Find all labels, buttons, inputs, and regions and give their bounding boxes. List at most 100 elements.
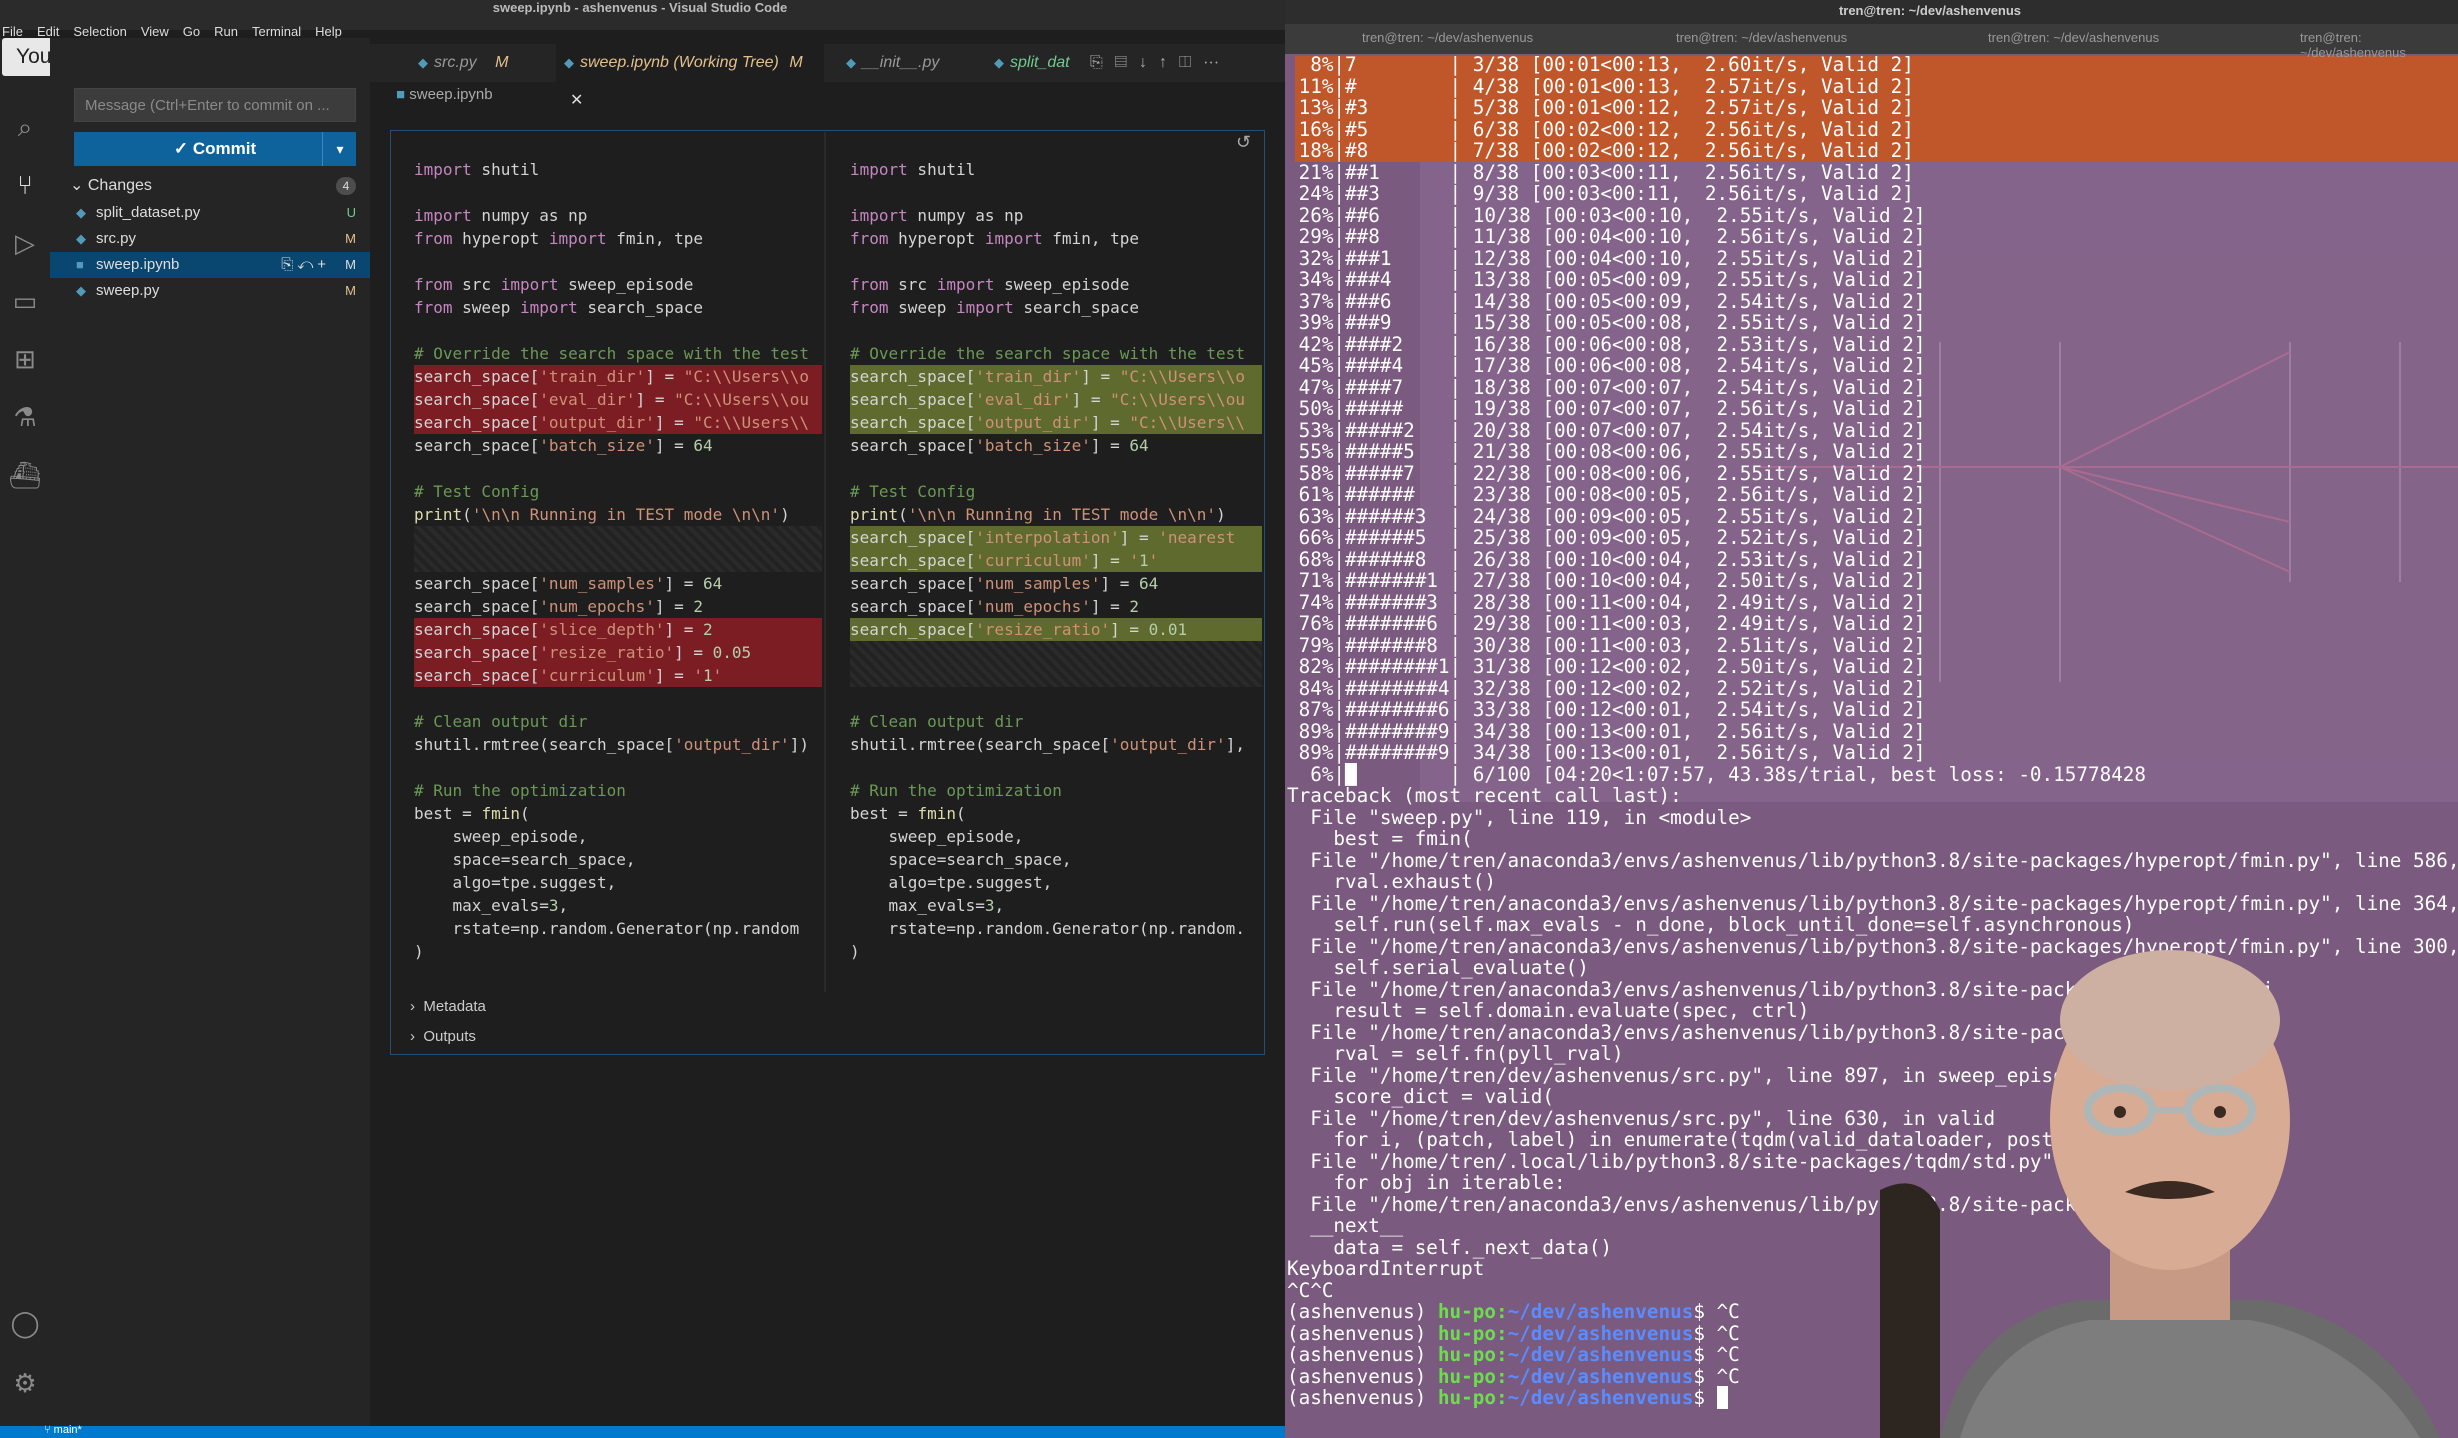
docker-icon[interactable]: ⛴ [8, 458, 42, 492]
run-debug-icon[interactable]: ▷ [8, 226, 42, 260]
terminal-tab[interactable]: tren@tren: ~/dev/ashenvenus [1988, 30, 2159, 45]
vscode-window-title: sweep.ipynb - ashenvenus - Visual Studio… [492, 0, 788, 15]
code-line: search_space['slice_depth'] = 2 [414, 618, 822, 641]
notebook-file-icon: ■ [396, 86, 406, 103]
menu-item-go[interactable]: Go [183, 24, 200, 39]
revert-icon[interactable]: ↺ [1236, 132, 1251, 153]
extensions-icon[interactable]: ⊞ [8, 342, 42, 376]
python-file-icon: ◆ [994, 55, 1004, 70]
file-name: sweep.ipynb [96, 256, 180, 273]
terminal-window-title: tren@tren: ~/dev/ashenvenus [1838, 3, 2022, 18]
changed-file-item[interactable]: ◆ sweep.py M [50, 278, 370, 304]
menu-item-terminal[interactable]: Terminal [252, 24, 301, 39]
progress-line: 13%|#3 | 5/38 [00:01<00:12, 2.57it/s, Va… [1287, 96, 1914, 119]
code-line: sweep_episode, [414, 827, 588, 846]
gear-icon[interactable]: ⚙ [8, 1366, 42, 1400]
diff-divider[interactable] [824, 132, 826, 992]
traceback-line: File "/home/tren/anaconda3/envs/ashenven… [1287, 848, 2458, 872]
progress-line: 89%|########9| 34/38 [00:13<00:01, 2.56i… [1287, 719, 1926, 743]
progress-line: 21%|##1 | 8/38 [00:03<00:11, 2.56it/s, V… [1287, 160, 1914, 184]
code-line [414, 549, 822, 572]
tab-label: sweep.ipynb (Working Tree) [580, 54, 779, 71]
progress-line: 47%|####7 | 18/38 [00:07<00:07, 2.54it/s… [1287, 375, 1926, 399]
code-line: # Test Config [850, 482, 976, 501]
file-inline-actions[interactable]: ⎘↶+ [281, 252, 330, 278]
code-line: rstate=np.random.Generator(np.random. [850, 919, 1245, 938]
commit-dropdown-button[interactable]: ▾ [322, 132, 357, 166]
close-icon[interactable]: ✕ [570, 92, 583, 109]
code-line: shutil.rmtree(search_space['output_dir']… [850, 735, 1245, 754]
python-file-icon: ◆ [76, 231, 86, 246]
testing-icon[interactable]: ⚗ [8, 400, 42, 434]
progress-line: 50%|##### | 19/38 [00:07<00:07, 2.56it/s… [1287, 397, 1926, 420]
commit-message-input[interactable]: Message (Ctrl+Enter to commit on ... [74, 88, 356, 122]
code-line: ) [414, 942, 424, 961]
changes-label: Changes [87, 177, 152, 194]
code-line: from hyperopt import fmin, tpe [414, 229, 703, 248]
metadata-section[interactable]: › Metadata [410, 998, 486, 1015]
progress-line: 53%|#####2 | 20/38 [00:07<00:07, 2.54it/… [1287, 418, 1926, 442]
notebook-file-icon: ■ [76, 257, 84, 272]
changed-file-item[interactable]: ◆ src.py M [50, 226, 370, 252]
breadcrumb[interactable]: ■ sweep.ipynb [396, 86, 493, 103]
menu-item-file[interactable]: File [2, 24, 23, 39]
changed-file-item-selected[interactable]: ■ sweep.ipynb ⎘↶+ M [50, 252, 370, 278]
commit-button[interactable]: ✓ Commit [74, 132, 356, 166]
account-icon[interactable]: ◯ [8, 1306, 42, 1340]
code-line [850, 641, 1262, 664]
search-icon[interactable]: ⌕ [8, 110, 42, 144]
code-line: from hyperopt import fmin, tpe [850, 229, 1139, 248]
editor-actions[interactable]: ⎘▤↓↑◫⋯ [1090, 44, 1231, 82]
terminal-tab[interactable]: tren@tren: ~/dev/ashenvenus [1362, 30, 1533, 45]
code-line: search_space['train_dir'] = "C:\\Users\\… [414, 365, 822, 388]
chevron-right-icon: › [410, 998, 415, 1015]
code-line: sweep_episode, [850, 827, 1024, 846]
menu-item-selection[interactable]: Selection [73, 24, 126, 39]
code-line: # Override the search space with the tes… [414, 344, 809, 363]
source-control-icon[interactable]: ⑂ [8, 168, 42, 202]
code-line: best = fmin( [414, 804, 530, 823]
tab-src-py[interactable]: ◆ src.py M [418, 44, 558, 82]
tab-sweep-ipynb[interactable]: ◆ sweep.ipynb (Working Tree) M ✕ [556, 44, 824, 109]
code-line: search_space['batch_size'] = 64 [850, 436, 1149, 455]
webcam-overlay [1880, 950, 2440, 1438]
changes-section-header[interactable]: ⌄ Changes [70, 174, 360, 198]
progress-line: 34%|###4 | 13/38 [00:05<00:09, 2.55it/s,… [1287, 268, 1926, 291]
code-line [850, 664, 1262, 687]
code-line: import shutil [850, 160, 976, 179]
progress-line: 24%|##3 | 9/38 [00:03<00:11, 2.56it/s, V… [1287, 182, 1914, 205]
progress-line: 74%|#######3 | 28/38 [00:11<00:04, 2.49i… [1287, 590, 1926, 614]
menu-item-edit[interactable]: Edit [37, 24, 59, 39]
file-status: M [345, 231, 356, 246]
terminal-tab[interactable]: tren@tren: ~/dev/ashenvenus [1676, 30, 1847, 45]
changed-file-item[interactable]: ◆ split_dataset.py U [50, 200, 370, 226]
tab-init-py[interactable]: ◆ __init__.py [846, 44, 976, 82]
outputs-section[interactable]: › Outputs [410, 1028, 476, 1045]
menu-item-help[interactable]: Help [315, 24, 342, 39]
branch-indicator[interactable]: ⑂ main* [44, 1424, 82, 1436]
tab-badge: M [789, 54, 803, 71]
menu-item-run[interactable]: Run [214, 24, 238, 39]
progress-line: 29%|##8 | 11/38 [00:04<00:10, 2.56it/s, … [1287, 225, 1926, 248]
code-line: search_space['num_epochs'] = 2 [850, 597, 1139, 616]
menu-item-view[interactable]: View [141, 24, 169, 39]
code-line: print('\n\n Running in TEST mode \n\n') [414, 505, 790, 524]
code-line: best = fmin( [850, 804, 966, 823]
code-line: search_space['eval_dir'] = "C:\\Users\\o… [414, 388, 822, 411]
changes-count-badge: 4 [336, 177, 356, 195]
file-name: src.py [96, 230, 137, 247]
code-line: search_space['interpolation'] = 'nearest [850, 526, 1262, 549]
remote-explorer-icon[interactable]: ▭ [8, 284, 42, 318]
traceback-line: Traceback (most recent call last): [1287, 784, 1682, 807]
diff-modified-code: import shutil import numpy as np from hyp… [850, 158, 1262, 998]
tab-label: split_dat [1010, 54, 1070, 71]
notebook-file-icon: ◆ [564, 55, 574, 70]
traceback-line: best = fmin( [1287, 827, 1473, 850]
tab-split-dataset[interactable]: ◆ split_dat [994, 44, 1094, 82]
